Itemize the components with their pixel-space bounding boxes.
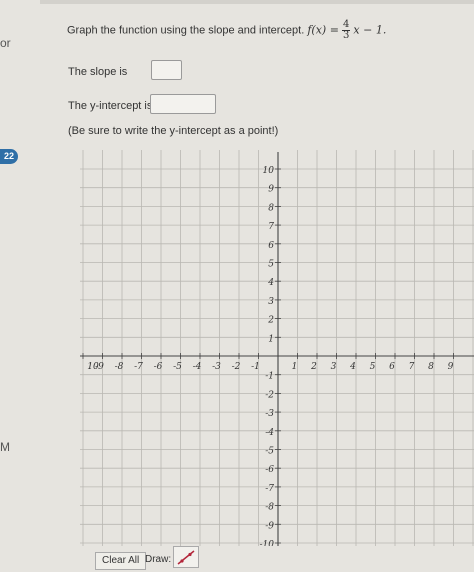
x-tick-label: -5 <box>173 362 182 372</box>
x-tick-label: -1 <box>251 362 260 372</box>
y-tick-label: 1 <box>268 334 274 344</box>
y-tick-label: -6 <box>265 465 274 475</box>
x-tick-label: 8 <box>428 362 434 372</box>
y-tick-label: -10 <box>260 540 275 546</box>
draw-label: Draw: <box>145 554 172 565</box>
line-tool-button[interactable] <box>173 546 199 568</box>
x-tick-label: -2 <box>232 362 241 372</box>
x-tick-label: -3 <box>212 362 221 372</box>
coordinate-grid[interactable]: 10-9 -8 -7 -6 -5 -4 -3 -2 -1 1 2 3 4 5 6 7 8 9 1098765432… <box>80 150 474 546</box>
y-intercept-note: (Be sure to write the y-intercept as a p… <box>68 125 279 137</box>
question-number-badge: 22 <box>0 149 18 164</box>
y-tick-label: -9 <box>265 521 274 531</box>
x-tick-label: 2 <box>310 362 317 372</box>
x-tick-label: 7 <box>409 362 415 372</box>
y-tick-label: 2 <box>267 316 274 326</box>
prompt-text: Graph the function using the slope and i… <box>67 24 305 37</box>
slope-fraction: 4 3 <box>341 20 351 41</box>
function-lhs: f(x) = <box>307 23 339 37</box>
y-tick-label: 9 <box>268 185 274 195</box>
x-tick-label: 9 <box>448 362 454 372</box>
fraction-denominator: 3 <box>342 30 350 41</box>
slope-label: The slope is <box>68 66 128 78</box>
x-tick-label: 4 <box>349 362 356 372</box>
y-intercept-input[interactable] <box>150 94 216 114</box>
clear-all-button[interactable]: Clear All <box>95 552 147 570</box>
left-fragment-bottom: M <box>0 440 10 454</box>
y-tick-label: -8 <box>265 503 274 513</box>
left-fragment-top: or <box>0 36 11 50</box>
y-tick-label: 8 <box>268 203 274 213</box>
x-tick-label: -7 <box>134 362 143 372</box>
x-tick-label: 5 <box>370 362 376 372</box>
y-tick-label: 7 <box>268 222 274 232</box>
question-prompt: Graph the function using the slope and i… <box>67 20 386 41</box>
x-tick-label: -8 <box>115 362 124 372</box>
y-tick-label: -2 <box>265 390 274 400</box>
y-tick-label: 3 <box>268 297 274 307</box>
y-tick-label: -5 <box>265 447 274 457</box>
function-rhs: x − 1. <box>353 23 387 37</box>
x-tick-label: -4 <box>193 362 202 372</box>
x-tick-label: 3 <box>331 362 337 372</box>
x-tick-label: 6 <box>389 362 395 372</box>
y-tick-label: -7 <box>265 484 274 494</box>
x-tick-label: -6 <box>154 362 163 372</box>
slope-input[interactable] <box>151 60 182 80</box>
x-tick-label: -9 <box>95 362 104 372</box>
y-tick-label: 6 <box>268 241 274 251</box>
top-divider <box>40 0 474 4</box>
line-tool-icon <box>177 550 195 565</box>
y-tick-label: -4 <box>265 428 274 438</box>
x-tick-label: 1 <box>292 362 298 372</box>
y-tick-label: -3 <box>265 409 274 419</box>
y-tick-label: 4 <box>267 278 274 288</box>
page: or 22 M Graph the function using the slo… <box>0 0 474 570</box>
y-intercept-label: The y-intercept is <box>68 100 153 112</box>
y-tick-label: -1 <box>265 372 274 382</box>
y-tick-label: 10 <box>263 166 275 176</box>
y-tick-label: 5 <box>268 260 274 270</box>
